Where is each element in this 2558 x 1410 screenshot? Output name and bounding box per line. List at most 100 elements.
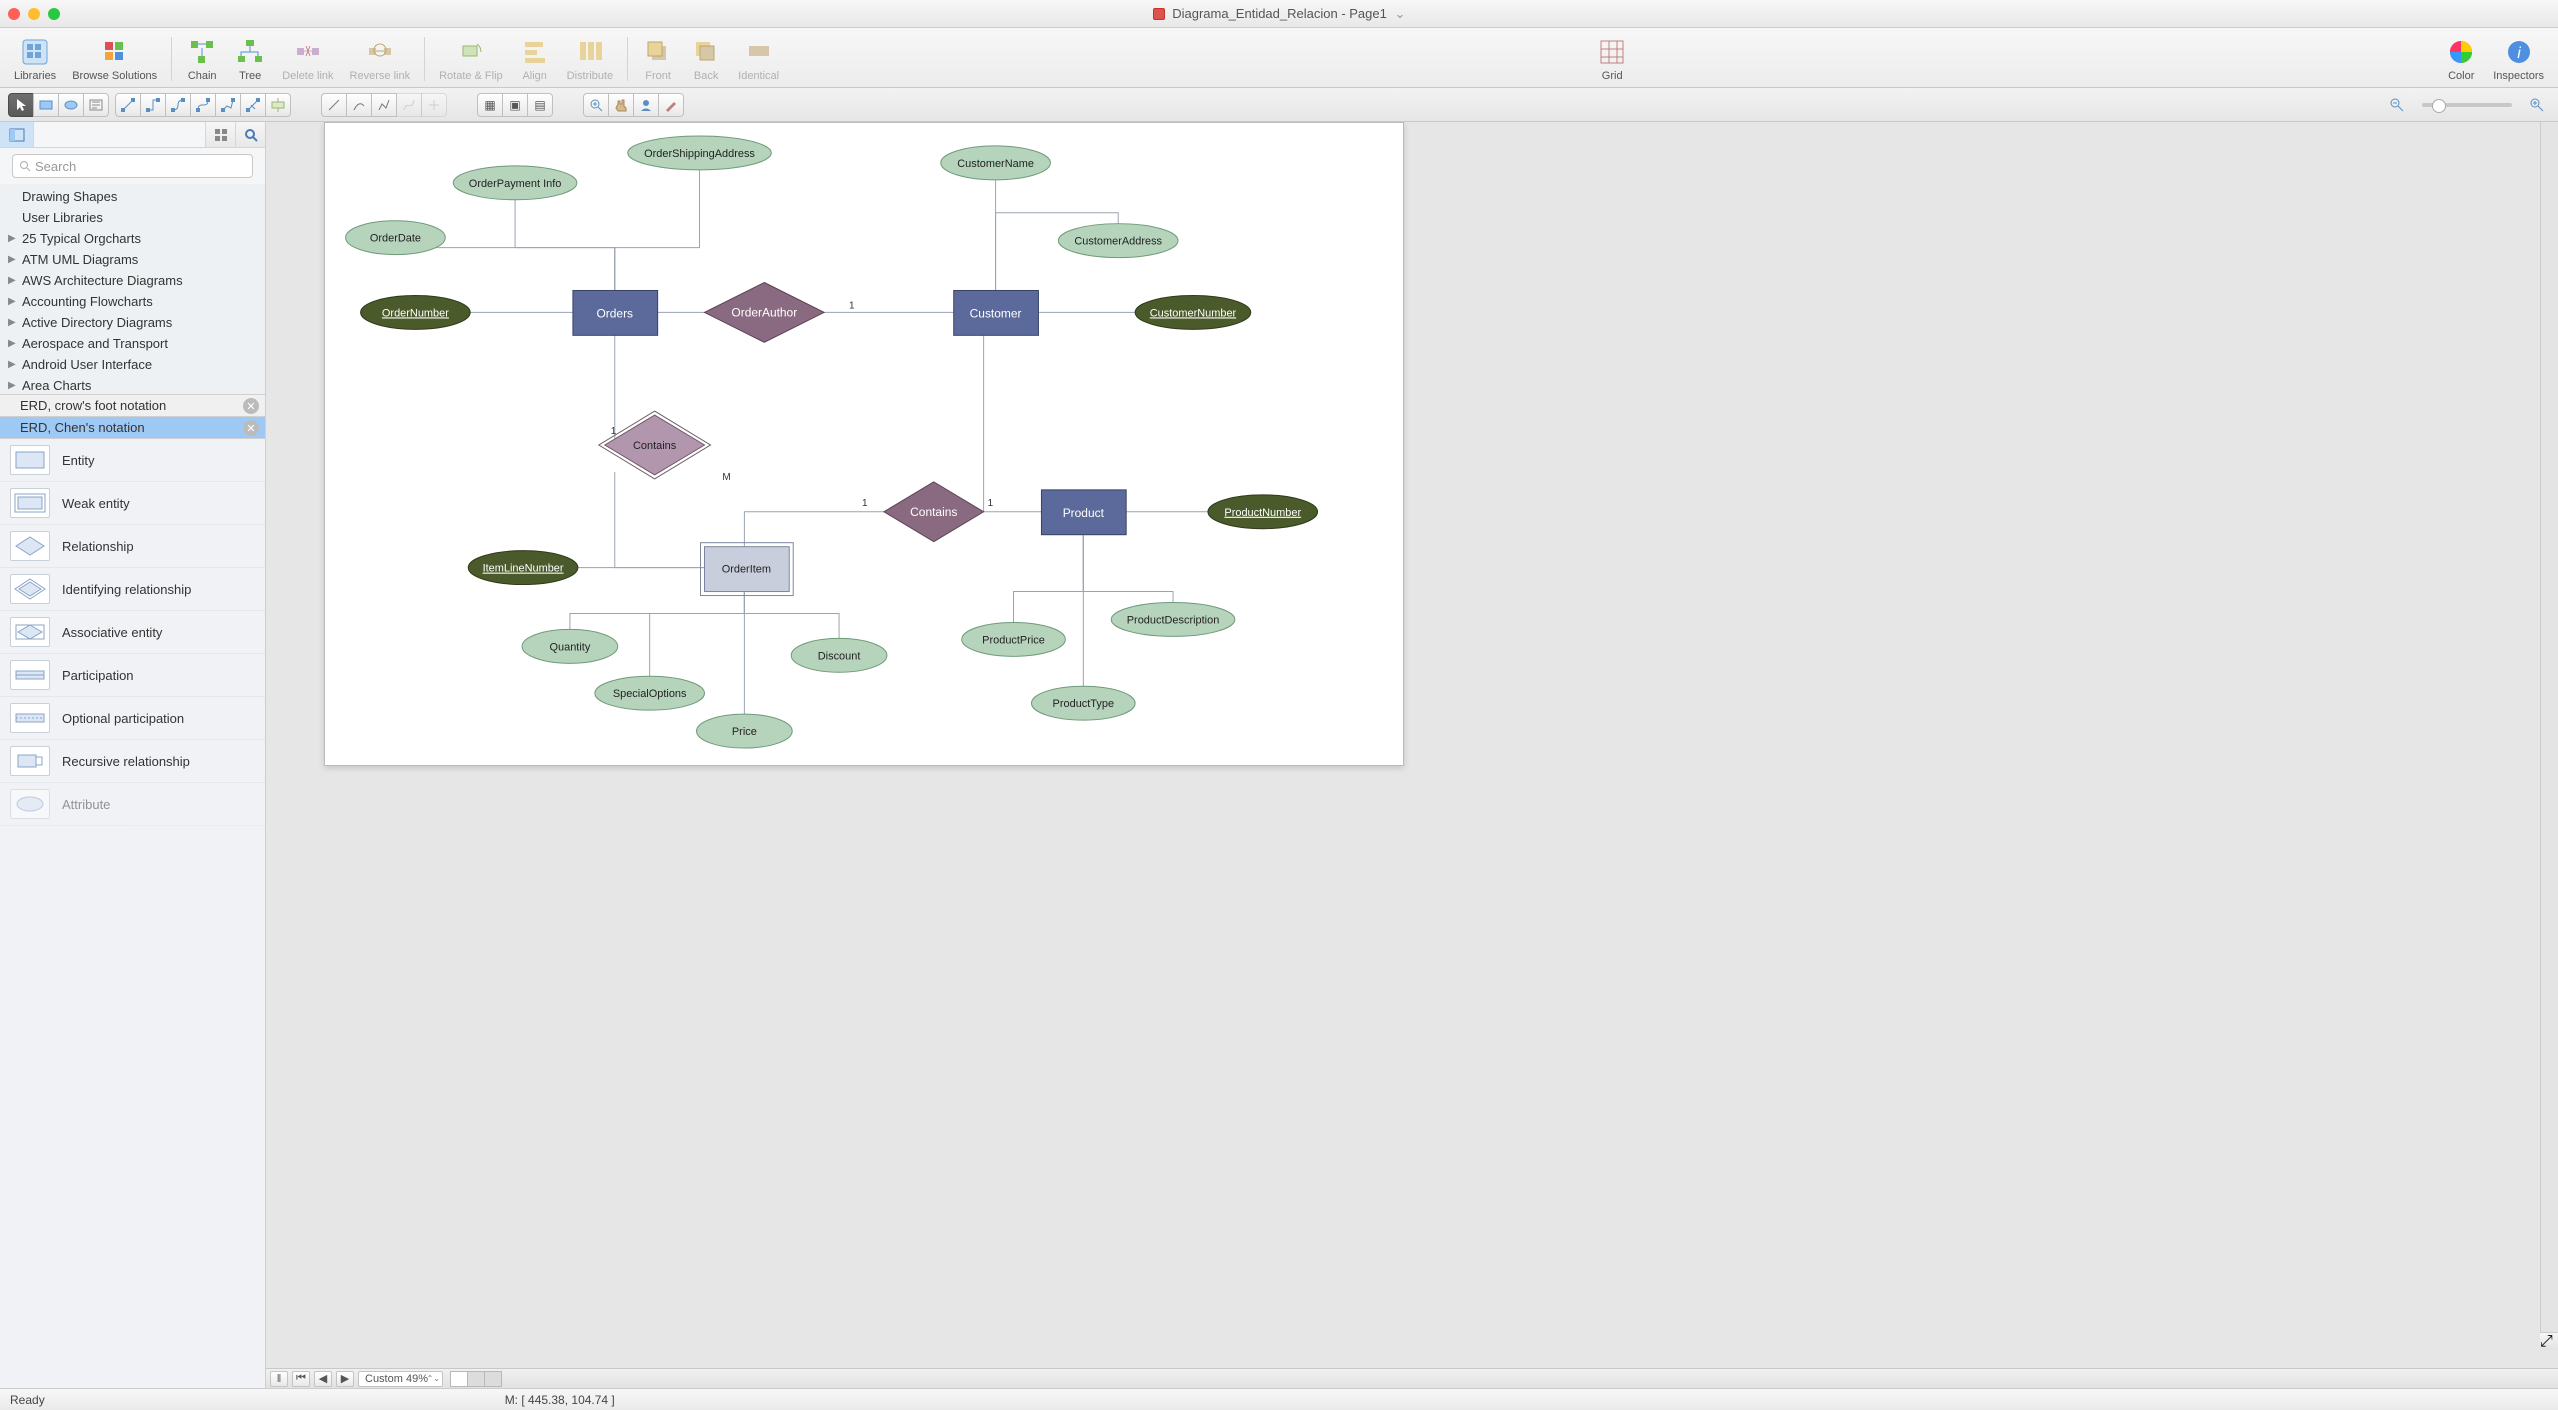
drawing-page[interactable]: M 1 1 M 1 1 Orders Customer Product Orde — [324, 122, 1404, 766]
library-item[interactable]: ▶Area Charts — [0, 375, 265, 394]
zoom-slider[interactable] — [2422, 103, 2512, 107]
delete-link-icon — [292, 36, 324, 68]
library-item[interactable]: ▶Android User Interface — [0, 354, 265, 375]
status-bar: Ready M: [ 445.38, 104.74 ] — [0, 1388, 2558, 1410]
group-tool-3[interactable]: ▤ — [527, 93, 553, 117]
line-tool-1[interactable] — [321, 93, 347, 117]
tree-button[interactable]: Tree — [226, 34, 274, 84]
zoom-out-icon[interactable] — [2384, 93, 2410, 117]
expand-icon[interactable]: ⤢ — [2540, 1332, 2558, 1350]
main-toolbar: Libraries Browse Solutions Chain Tree De… — [0, 28, 2558, 88]
page-tabs[interactable] — [451, 1371, 502, 1387]
text-tool[interactable] — [83, 93, 109, 117]
zoom-readout[interactable]: Custom 49% — [358, 1371, 443, 1387]
reverse-link-button: Reverse link — [342, 34, 419, 84]
shape-palette[interactable]: Entity Weak entity Relationship Identify… — [0, 439, 265, 1388]
connector-tool-1[interactable] — [115, 93, 141, 117]
library-panel-toggle[interactable] — [0, 122, 34, 147]
shape-item[interactable]: Recursive relationship — [0, 740, 265, 783]
close-icon[interactable]: ✕ — [243, 398, 259, 414]
svg-text:Contains: Contains — [910, 505, 957, 519]
open-library-tab[interactable]: ERD, crow's foot notation ✕ — [0, 395, 265, 417]
chain-icon — [186, 36, 218, 68]
search-input[interactable]: Search — [12, 154, 253, 178]
group-tool-2[interactable]: ▣ — [502, 93, 528, 117]
line-tool-3[interactable] — [371, 93, 397, 117]
svg-text:ProductType: ProductType — [1053, 698, 1115, 710]
shape-item[interactable]: Identifying relationship — [0, 568, 265, 611]
pen-tool[interactable] — [658, 93, 684, 117]
chain-button[interactable]: Chain — [178, 34, 226, 84]
user-tool[interactable] — [633, 93, 659, 117]
page-tab[interactable] — [450, 1371, 468, 1387]
line-tool-2[interactable] — [346, 93, 372, 117]
group-tool-1[interactable]: ▦ — [477, 93, 503, 117]
svg-text:Product: Product — [1063, 506, 1105, 520]
svg-text:SpecialOptions: SpecialOptions — [613, 688, 687, 700]
next-page-button[interactable]: ▶ — [336, 1371, 354, 1387]
chevron-down-icon[interactable]: ⌄ — [1394, 6, 1405, 21]
grid-button[interactable]: Grid — [1588, 34, 1636, 84]
page-tab[interactable] — [484, 1371, 502, 1387]
svg-text:Contains: Contains — [633, 440, 677, 452]
library-item[interactable]: ▶Accounting Flowcharts — [0, 291, 265, 312]
library-list[interactable]: Drawing Shapes User Libraries ▶25 Typica… — [0, 184, 265, 394]
library-item[interactable]: ▶Aerospace and Transport — [0, 333, 265, 354]
shape-item[interactable]: Attribute — [0, 783, 265, 826]
shape-item[interactable]: Weak entity — [0, 482, 265, 525]
canvas-area: M 1 1 M 1 1 Orders Customer Product Orde — [266, 122, 2558, 1388]
color-button[interactable]: Color — [2437, 34, 2485, 84]
connector-tool-3[interactable] — [165, 93, 191, 117]
svg-text:Quantity: Quantity — [550, 641, 591, 653]
pointer-tool[interactable] — [8, 93, 34, 117]
svg-text:Orders: Orders — [597, 306, 634, 320]
first-page-button[interactable]: ⏮ — [292, 1371, 310, 1387]
page-tab[interactable] — [467, 1371, 485, 1387]
right-gutter: ⤢ — [2540, 122, 2558, 1350]
canvas-footer: ‖ ⏮ ◀ ▶ Custom 49% — [266, 1368, 2558, 1388]
line-tool-4 — [396, 93, 422, 117]
connector-tool-6[interactable] — [240, 93, 266, 117]
search-view-button[interactable] — [235, 122, 265, 147]
rect-tool[interactable] — [33, 93, 59, 117]
library-item[interactable]: User Libraries — [0, 207, 265, 228]
zoom-in-tool[interactable] — [583, 93, 609, 117]
shape-item[interactable]: Associative entity — [0, 611, 265, 654]
browse-solutions-button[interactable]: Browse Solutions — [64, 34, 165, 84]
shape-item[interactable]: Optional participation — [0, 697, 265, 740]
align-button: Align — [511, 34, 559, 84]
shape-item[interactable]: Participation — [0, 654, 265, 697]
zoom-window-button[interactable] — [48, 8, 60, 20]
splitter-icon[interactable]: ‖ — [270, 1371, 288, 1387]
svg-text:1: 1 — [862, 498, 868, 509]
connector-tool-7[interactable] — [265, 93, 291, 117]
titlebar: Diagrama_Entidad_Relacion - Page1 ⌄ — [0, 0, 2558, 28]
distribute-button: Distribute — [559, 34, 621, 84]
connector-tool-5[interactable] — [215, 93, 241, 117]
inspectors-button[interactable]: i Inspectors — [2485, 34, 2552, 84]
close-icon[interactable]: ✕ — [243, 420, 259, 436]
zoom-in-icon[interactable] — [2524, 93, 2550, 117]
thumbnail-view-button[interactable] — [205, 122, 235, 147]
connector-tool-4[interactable] — [190, 93, 216, 117]
svg-text:OrderItem: OrderItem — [722, 564, 771, 576]
minimize-window-button[interactable] — [28, 8, 40, 20]
ellipse-tool[interactable] — [58, 93, 84, 117]
pan-tool[interactable] — [608, 93, 634, 117]
canvas-scroll[interactable]: M 1 1 M 1 1 Orders Customer Product Orde — [266, 122, 2558, 1368]
shape-item[interactable]: Relationship — [0, 525, 265, 568]
close-window-button[interactable] — [8, 8, 20, 20]
library-item[interactable]: ▶25 Typical Orgcharts — [0, 228, 265, 249]
library-item[interactable]: Drawing Shapes — [0, 186, 265, 207]
library-item[interactable]: ▶ATM UML Diagrams — [0, 249, 265, 270]
shape-item[interactable]: Entity — [0, 439, 265, 482]
svg-text:OrderPayment Info: OrderPayment Info — [469, 178, 562, 190]
prev-page-button[interactable]: ◀ — [314, 1371, 332, 1387]
open-library-tab[interactable]: ERD, Chen's notation ✕ — [0, 417, 265, 439]
library-item[interactable]: ▶AWS Architecture Diagrams — [0, 270, 265, 291]
connector-tool-2[interactable] — [140, 93, 166, 117]
library-item[interactable]: ▶Active Directory Diagrams — [0, 312, 265, 333]
status-ready: Ready — [10, 1393, 45, 1407]
libraries-button[interactable]: Libraries — [6, 34, 64, 84]
front-icon — [642, 36, 674, 68]
